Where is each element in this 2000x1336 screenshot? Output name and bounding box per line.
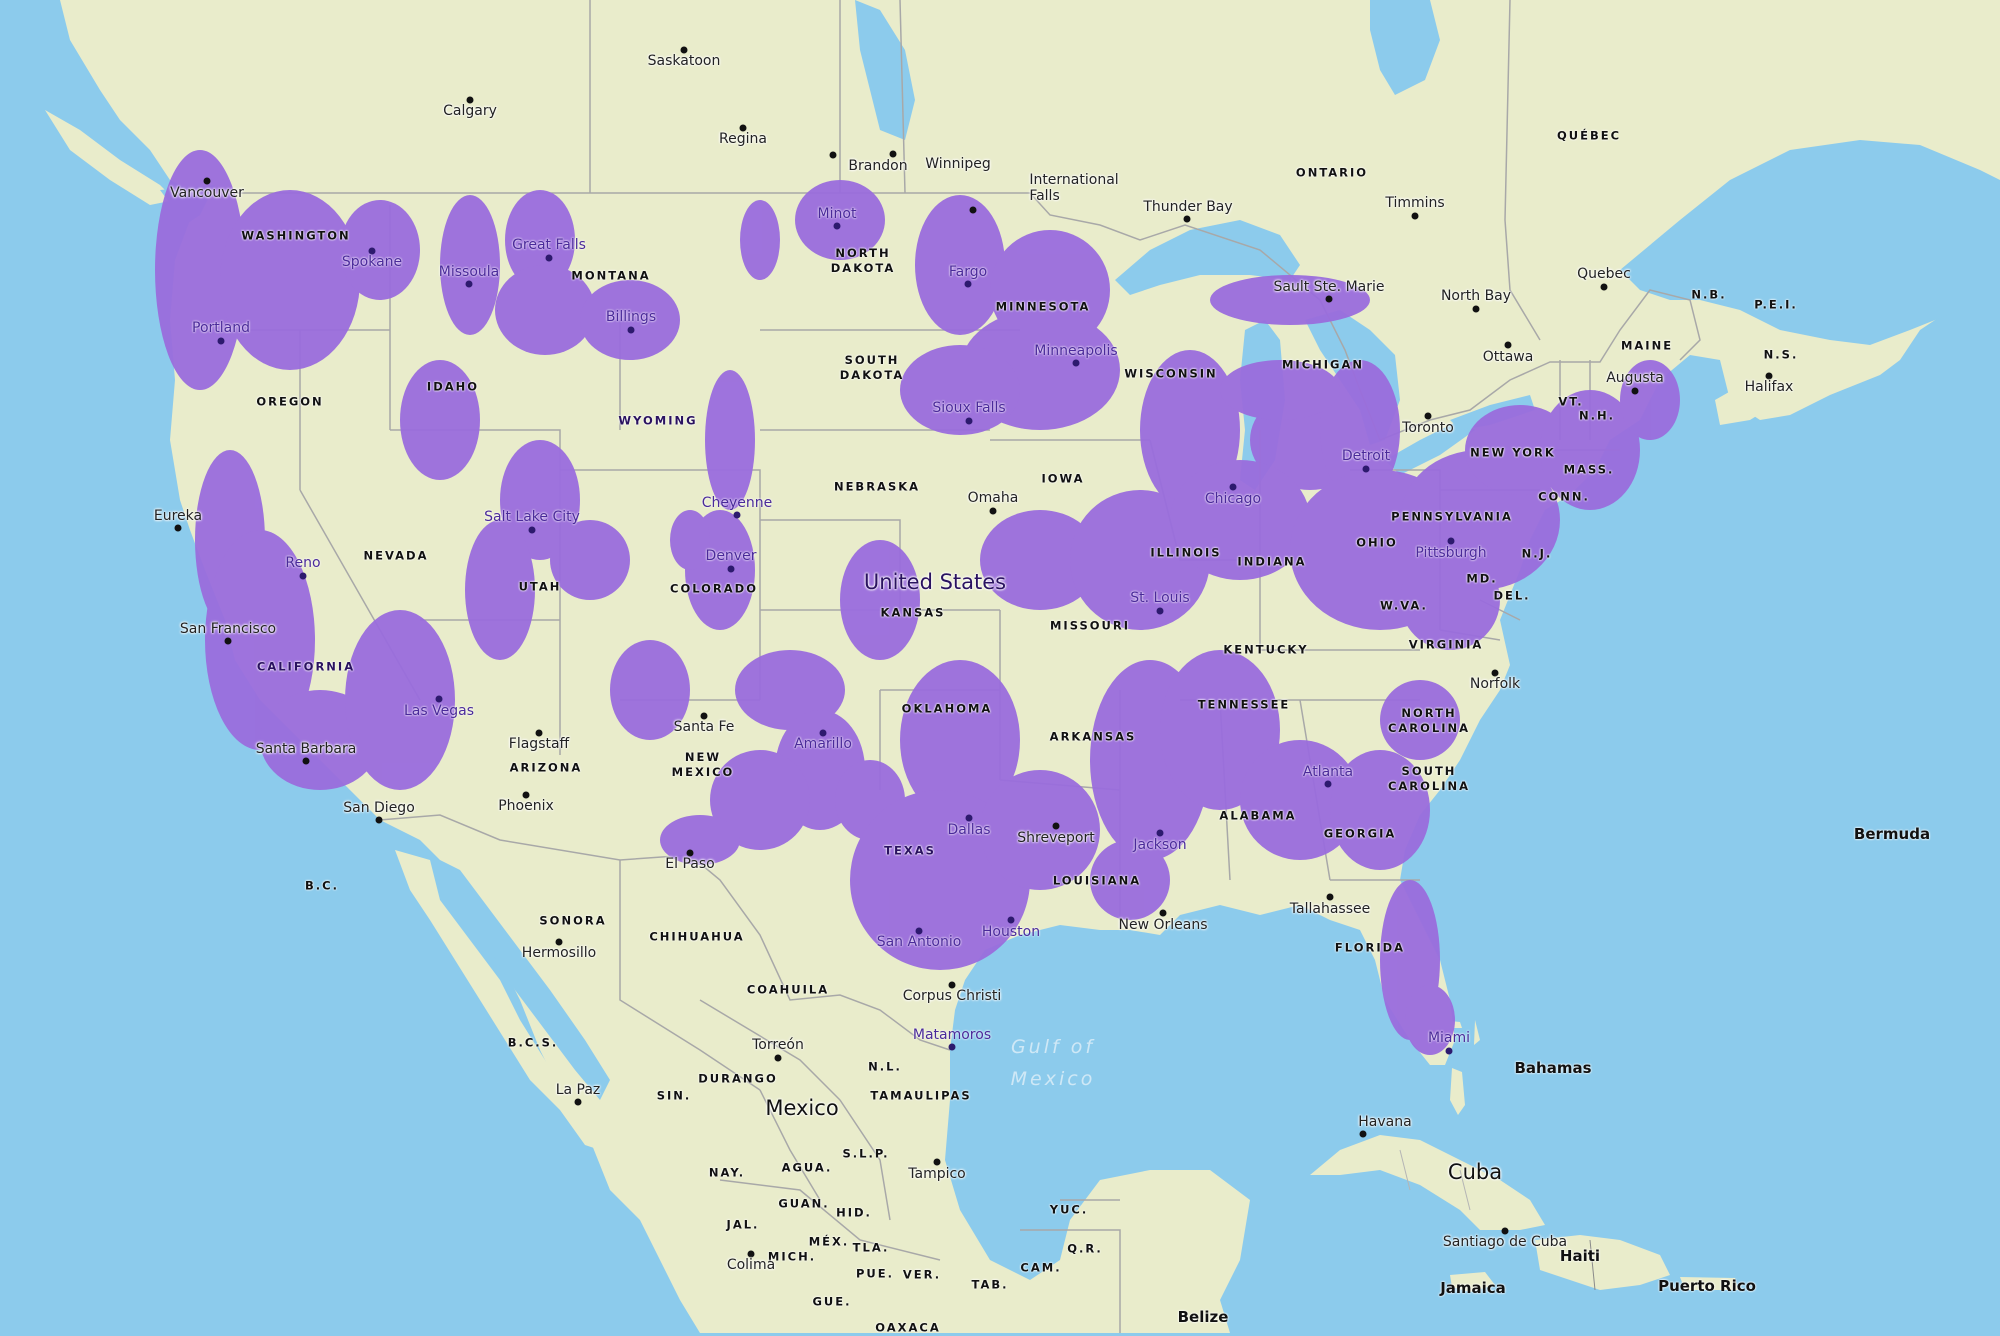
coverage-area (400, 360, 480, 480)
city-marker-icon[interactable] (727, 565, 735, 573)
city-marker-icon[interactable] (302, 757, 310, 765)
city-marker-icon[interactable] (1504, 341, 1512, 349)
city-marker-icon[interactable] (948, 1043, 956, 1051)
city-marker-icon[interactable] (1411, 212, 1419, 220)
coverage-map[interactable] (0, 0, 2000, 1333)
city-marker-icon[interactable] (299, 572, 307, 580)
city-marker-icon[interactable] (1156, 607, 1164, 615)
coverage-area (740, 200, 780, 280)
city-marker-icon[interactable] (1491, 669, 1499, 677)
coverage-area (220, 190, 360, 370)
city-marker-icon[interactable] (465, 280, 473, 288)
city-marker-icon[interactable] (528, 526, 536, 534)
coverage-area (1170, 460, 1310, 580)
city-marker-icon[interactable] (915, 927, 923, 935)
city-marker-icon[interactable] (965, 417, 973, 425)
coverage-area (705, 370, 755, 510)
city-marker-icon[interactable] (368, 247, 376, 255)
coverage-area (1220, 360, 1340, 420)
city-marker-icon[interactable] (965, 814, 973, 822)
coverage-area (580, 280, 680, 360)
city-marker-icon[interactable] (1765, 372, 1773, 380)
city-marker-icon[interactable] (1324, 780, 1332, 788)
city-marker-icon[interactable] (203, 177, 211, 185)
city-marker-icon[interactable] (1072, 359, 1080, 367)
coverage-area (1210, 275, 1370, 325)
coverage-area (1620, 360, 1680, 440)
city-marker-icon[interactable] (1424, 412, 1432, 420)
city-marker-icon[interactable] (435, 695, 443, 703)
coverage-area (440, 195, 500, 335)
coverage-area (610, 640, 690, 740)
city-marker-icon[interactable] (1052, 822, 1060, 830)
city-marker-icon[interactable] (933, 1158, 941, 1166)
city-marker-icon[interactable] (1325, 295, 1333, 303)
city-marker-icon[interactable] (1229, 483, 1237, 491)
city-marker-icon[interactable] (739, 124, 747, 132)
coverage-area (1405, 985, 1455, 1055)
city-marker-icon[interactable] (1159, 909, 1167, 917)
city-marker-icon[interactable] (969, 206, 977, 214)
city-marker-icon[interactable] (989, 507, 997, 515)
city-marker-icon[interactable] (819, 729, 827, 737)
city-marker-icon[interactable] (964, 280, 972, 288)
city-marker-icon[interactable] (686, 849, 694, 857)
city-marker-icon[interactable] (1362, 465, 1370, 473)
city-marker-icon[interactable] (833, 222, 841, 230)
coverage-area (1090, 840, 1170, 920)
city-marker-icon[interactable] (1156, 829, 1164, 837)
coverage-area (795, 180, 885, 260)
city-marker-icon[interactable] (774, 1054, 782, 1062)
coverage-area (1330, 750, 1430, 870)
city-marker-icon[interactable] (535, 729, 543, 737)
coverage-area (915, 195, 1005, 335)
city-marker-icon[interactable] (1183, 215, 1191, 223)
city-marker-icon[interactable] (375, 816, 383, 824)
coverage-area (340, 200, 420, 300)
city-marker-icon[interactable] (829, 151, 837, 159)
city-marker-icon[interactable] (224, 637, 232, 645)
coverage-area (980, 770, 1100, 890)
coverage-area (840, 540, 920, 660)
city-marker-icon[interactable] (574, 1098, 582, 1106)
coverage-area (1380, 680, 1460, 760)
city-marker-icon[interactable] (1359, 1130, 1367, 1138)
city-marker-icon[interactable] (466, 96, 474, 104)
city-marker-icon[interactable] (627, 326, 635, 334)
coverage-area (495, 265, 595, 355)
coverage-area (550, 520, 630, 600)
city-marker-icon[interactable] (700, 712, 708, 720)
city-marker-icon[interactable] (1326, 893, 1334, 901)
land-puerto-rico (1680, 1277, 1738, 1290)
city-marker-icon[interactable] (1007, 916, 1015, 924)
coverage-area (465, 520, 535, 660)
city-marker-icon[interactable] (1472, 305, 1480, 313)
city-marker-icon[interactable] (747, 1250, 755, 1258)
city-marker-icon[interactable] (889, 150, 897, 158)
coverage-area (670, 510, 710, 570)
city-marker-icon[interactable] (545, 254, 553, 262)
city-marker-icon[interactable] (1600, 283, 1608, 291)
city-marker-icon[interactable] (733, 511, 741, 519)
city-marker-icon[interactable] (1501, 1227, 1509, 1235)
city-marker-icon[interactable] (948, 981, 956, 989)
coverage-area (660, 815, 740, 865)
city-marker-icon[interactable] (1447, 537, 1455, 545)
coverage-area (900, 345, 1020, 435)
city-marker-icon[interactable] (1631, 387, 1639, 395)
coverage-area (1400, 550, 1500, 650)
city-marker-icon[interactable] (217, 337, 225, 345)
city-marker-icon[interactable] (522, 791, 530, 799)
city-marker-icon[interactable] (1445, 1047, 1453, 1055)
city-marker-icon[interactable] (680, 46, 688, 54)
city-marker-icon[interactable] (174, 524, 182, 532)
city-marker-icon[interactable] (555, 938, 563, 946)
